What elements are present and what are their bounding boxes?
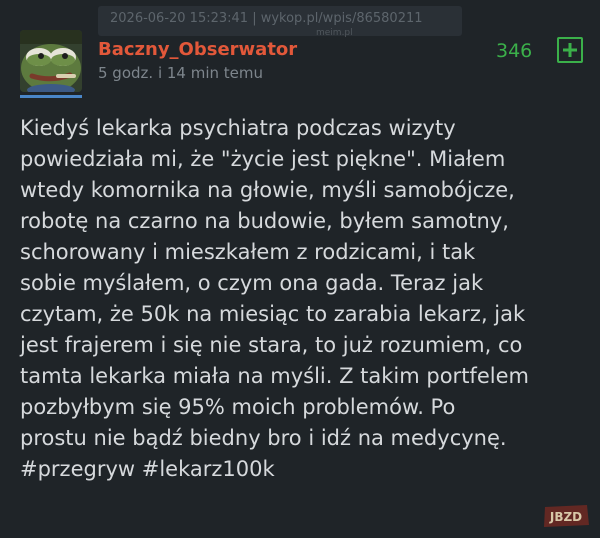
post-body-line: prostu nie bądź biedny bro i idź na medy… — [20, 426, 507, 450]
post-body-line: tamta lekarka miała na myśli. Z takim po… — [20, 364, 529, 388]
post-body-line: jest frajerem i się nie stara, to już ro… — [20, 333, 523, 357]
post-body-line: schorowany i mieszkałem z rodzicami, i t… — [20, 240, 476, 264]
post-body-line: sobie myślałem, o czym ona gada. Teraz j… — [20, 271, 484, 295]
post-body-line: powiedziała mi, że "życie jest piękne". … — [20, 147, 506, 171]
upvote-button[interactable] — [557, 37, 583, 63]
post-hashtags[interactable]: #przegryw #lekarz100k — [20, 454, 590, 485]
plus-icon — [563, 43, 577, 57]
post-body-line: pozbyłbym się 95% moich problemów. Po — [20, 395, 456, 419]
frog-avatar-icon — [20, 30, 82, 92]
jbzd-logo: JBZD — [541, 503, 591, 529]
post-body-line: Kiedyś lekarka psychiatra podczas wizyty — [20, 116, 456, 140]
post-body-line: robotę na czarno na budowie, byłem samot… — [20, 209, 509, 233]
author-avatar[interactable] — [20, 30, 82, 92]
author-username[interactable]: Baczny_Obserwator — [98, 39, 297, 60]
post-body-line: czytam, że 50k na miesiąc to zarabia lek… — [20, 302, 526, 326]
vote-count: 346 — [496, 40, 533, 62]
jbzd-logo-text: JBZD — [549, 510, 582, 524]
post-body: Kiedyś lekarka psychiatra podczas wizyty… — [20, 113, 590, 485]
post-timestamp[interactable]: 5 godz. i 14 min temu — [98, 64, 263, 82]
post-body-line: wtedy komornika na głowie, myśli samobój… — [20, 178, 515, 202]
jbzd-logo-icon: JBZD — [544, 505, 589, 527]
url-watermark-text: 2026-06-20 15:23:41 | wykop.pl/wpis/8658… — [110, 11, 423, 26]
avatar-underline — [20, 95, 82, 98]
url-watermark-sub: meim.pl — [316, 28, 353, 38]
